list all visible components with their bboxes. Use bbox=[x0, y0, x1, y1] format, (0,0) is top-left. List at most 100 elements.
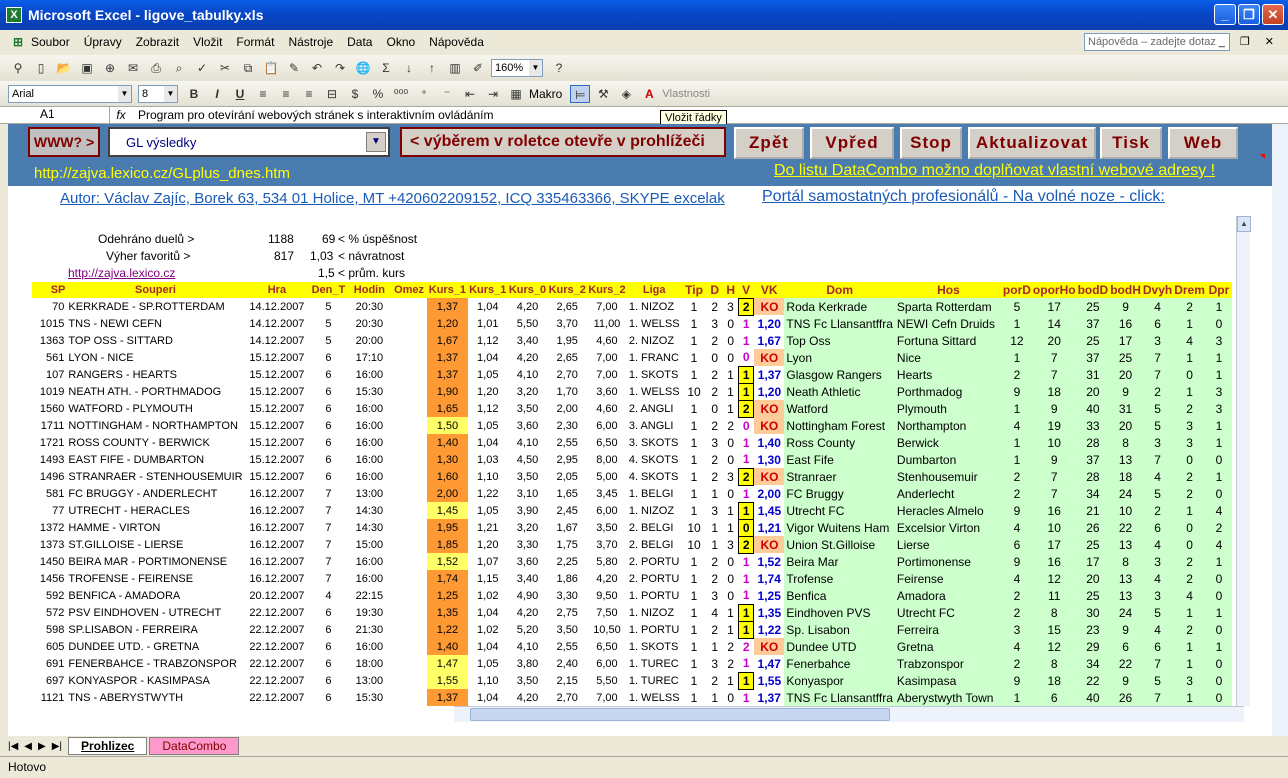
cell-souperi[interactable]: STRANRAER - STENHOUSEMUIR bbox=[66, 468, 244, 485]
col-kurs0[interactable]: Kurs_0 bbox=[507, 282, 548, 298]
cell-d[interactable]: 1 bbox=[706, 689, 722, 706]
menu-edit[interactable]: Úpravy bbox=[84, 35, 122, 49]
cell-bodd[interactable]: 22 bbox=[1076, 672, 1110, 689]
cell-sp[interactable]: 1019 bbox=[32, 383, 66, 400]
cell-dom[interactable]: Konyaspor bbox=[784, 672, 895, 689]
table-horizontal-scrollbar[interactable] bbox=[454, 706, 1244, 722]
tab-next-icon[interactable]: ▶ bbox=[38, 741, 46, 752]
cell-kurs2b[interactable]: 8,00 bbox=[587, 451, 627, 468]
cell-tip[interactable]: 1 bbox=[682, 417, 707, 434]
cell-bodd[interactable]: 34 bbox=[1076, 485, 1110, 502]
cell-tip[interactable]: 1 bbox=[682, 451, 707, 468]
portal-link[interactable]: Portál samostatných profesionálů - Na vo… bbox=[762, 188, 1165, 206]
cell-drem[interactable]: 0 bbox=[1173, 451, 1206, 468]
cell-kurs2b[interactable]: 5,80 bbox=[587, 553, 627, 570]
minimize-button[interactable]: _ bbox=[1214, 4, 1236, 25]
cell-vk[interactable]: KO bbox=[753, 400, 785, 417]
cell-kurs2b[interactable]: 6,00 bbox=[587, 417, 627, 434]
cell-dvyh[interactable]: 7 bbox=[1141, 689, 1174, 706]
cell-drem[interactable]: 2 bbox=[1173, 298, 1206, 315]
cell-hra[interactable]: 15.12.2007 bbox=[245, 366, 310, 383]
cell-d[interactable]: 2 bbox=[706, 570, 722, 587]
cell-hra[interactable]: 15.12.2007 bbox=[245, 468, 310, 485]
cell-kurs0[interactable]: 4,10 bbox=[508, 638, 548, 655]
cell-dent[interactable]: 7 bbox=[309, 553, 347, 570]
cell-pord[interactable]: 6 bbox=[1001, 536, 1032, 553]
cell-dpr[interactable]: 2 bbox=[1205, 519, 1232, 536]
cell-h[interactable]: 3 bbox=[723, 298, 738, 315]
scroll-up-icon[interactable]: ▲ bbox=[1237, 216, 1251, 232]
cell-d[interactable]: 3 bbox=[706, 315, 722, 332]
cell-kurs1b[interactable]: 1,01 bbox=[468, 315, 508, 332]
cell-dvyh[interactable]: 3 bbox=[1141, 332, 1174, 349]
cell-bodd[interactable]: 21 bbox=[1076, 502, 1110, 519]
cell-vk[interactable]: 1,52 bbox=[754, 553, 784, 570]
cell-hra[interactable]: 16.12.2007 bbox=[245, 502, 310, 519]
cell-dom[interactable]: Top Oss bbox=[784, 332, 895, 349]
col-oporh[interactable]: oporHo bbox=[1031, 282, 1077, 298]
cell-dvyh[interactable]: 4 bbox=[1141, 298, 1174, 315]
cell-bodh[interactable]: 13 bbox=[1109, 536, 1142, 553]
refresh-button[interactable]: Aktualizovat bbox=[968, 127, 1096, 159]
cell-hodin[interactable]: 18:00 bbox=[348, 655, 392, 672]
cell-dpr[interactable]: 1 bbox=[1205, 417, 1232, 434]
cell-v[interactable]: 1 bbox=[737, 620, 755, 639]
redo-icon[interactable]: ↷ bbox=[330, 59, 350, 77]
cell-v[interactable]: 1 bbox=[737, 382, 755, 401]
align-left-icon[interactable]: ≡ bbox=[253, 85, 273, 103]
cell-v[interactable]: 1 bbox=[738, 587, 754, 604]
cell-pord[interactable]: 9 bbox=[1001, 553, 1032, 570]
cell-dent[interactable]: 7 bbox=[309, 519, 347, 536]
cell-liga[interactable]: 4. SKOTS bbox=[627, 468, 682, 485]
cell-h[interactable]: 2 bbox=[723, 638, 738, 655]
cell-sp[interactable]: 592 bbox=[32, 587, 66, 604]
cell-liga[interactable]: 2. ANGLI bbox=[627, 400, 682, 417]
cell-kurs2b[interactable]: 11,00 bbox=[587, 315, 627, 332]
cell-drem[interactable]: 1 bbox=[1173, 502, 1206, 519]
cell-kurs2[interactable]: 1,70 bbox=[547, 383, 587, 400]
cell-d[interactable]: 2 bbox=[706, 383, 722, 400]
cell-hra[interactable]: 15.12.2007 bbox=[245, 434, 310, 451]
cell-oporh[interactable]: 16 bbox=[1031, 502, 1077, 519]
cell-kurs0[interactable]: 5,20 bbox=[508, 621, 548, 638]
cell-kurs0[interactable]: 3,30 bbox=[508, 536, 548, 553]
cell-omez[interactable] bbox=[391, 519, 427, 536]
cell-drem[interactable]: 2 bbox=[1173, 468, 1206, 485]
cell-dent[interactable]: 6 bbox=[309, 604, 347, 621]
cell-souperi[interactable]: DUNDEE UTD. - GRETNA bbox=[66, 638, 244, 655]
tab-prohlizec[interactable]: Prohlizec bbox=[68, 737, 148, 755]
cell-vk[interactable]: 1,47 bbox=[754, 655, 784, 672]
cell-bodd[interactable]: 30 bbox=[1076, 604, 1110, 621]
cell-pord[interactable]: 1 bbox=[1001, 451, 1032, 468]
cell-d[interactable]: 2 bbox=[706, 451, 722, 468]
cell-kurs1[interactable]: 1,20 bbox=[426, 315, 468, 332]
cell-sp[interactable]: 697 bbox=[32, 672, 66, 689]
cell-pord[interactable]: 2 bbox=[1001, 587, 1032, 604]
cell-drem[interactable]: 1 bbox=[1173, 604, 1206, 621]
cell-vk[interactable]: 1,20 bbox=[754, 383, 784, 400]
cell-souperi[interactable]: WATFORD - PLYMOUTH bbox=[66, 400, 244, 417]
cell-kurs2[interactable]: 3,30 bbox=[547, 587, 587, 604]
cell-dent[interactable]: 5 bbox=[309, 332, 347, 349]
chart-wizard-icon[interactable]: ▥ bbox=[445, 59, 465, 77]
col-omez[interactable]: Omez bbox=[391, 282, 427, 298]
cell-bodh[interactable]: 22 bbox=[1109, 519, 1142, 536]
cell-kurs0[interactable]: 4,20 bbox=[508, 689, 548, 706]
cell-dvyh[interactable]: 7 bbox=[1141, 451, 1174, 468]
web-button[interactable]: Web bbox=[1168, 127, 1238, 159]
cell-sp[interactable]: 561 bbox=[32, 349, 66, 366]
cell-kurs1b[interactable]: 1,05 bbox=[468, 366, 508, 383]
cell-omez[interactable] bbox=[391, 587, 427, 604]
cell-kurs0[interactable]: 3,80 bbox=[508, 655, 548, 672]
cell-hra[interactable]: 22.12.2007 bbox=[245, 638, 310, 655]
cell-drem[interactable]: 0 bbox=[1173, 519, 1206, 536]
cell-v[interactable]: 1 bbox=[738, 332, 754, 349]
cell-kurs2[interactable]: 2,95 bbox=[547, 451, 587, 468]
cell-hodin[interactable]: 14:30 bbox=[348, 519, 392, 536]
cell-sp[interactable]: 107 bbox=[32, 366, 66, 383]
cell-kurs2[interactable]: 2,00 bbox=[547, 400, 587, 417]
cell-h[interactable]: 1 bbox=[723, 672, 738, 689]
cell-bodd[interactable]: 20 bbox=[1076, 570, 1110, 587]
cell-hodin[interactable]: 17:10 bbox=[348, 349, 392, 366]
cell-drem[interactable]: 3 bbox=[1173, 672, 1206, 689]
